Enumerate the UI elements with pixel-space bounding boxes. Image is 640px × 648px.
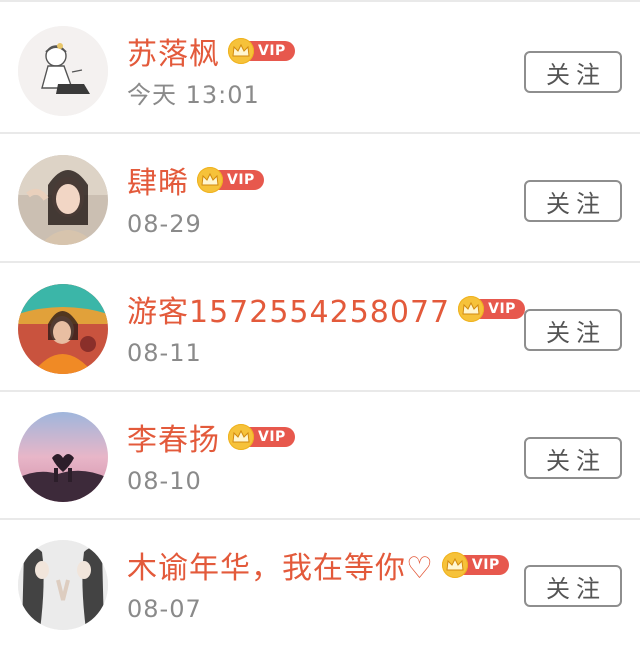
timestamp: 今天 13:01 <box>127 81 260 109</box>
name-line: 游客1572554258077 VIP <box>127 291 525 335</box>
avatar[interactable] <box>18 155 108 245</box>
vip-badge: VIP <box>458 296 525 322</box>
avatar[interactable] <box>18 540 108 630</box>
crown-icon <box>458 296 485 322</box>
list-item[interactable]: 李春扬 VIP 08-10 关注 <box>0 392 640 520</box>
follow-button[interactable]: 关注 <box>524 565 622 607</box>
name-line: 肆晞 VIP <box>127 162 264 206</box>
name-line: 李春扬 VIP <box>127 419 295 463</box>
crown-icon <box>228 38 254 64</box>
user-name[interactable]: 苏落枫 <box>127 35 220 75</box>
follow-button[interactable]: 关注 <box>524 309 622 351</box>
name-line: 木谕年华，我在等你♡ VIP <box>127 547 509 591</box>
list-item[interactable]: 苏落枫 VIP 今天 13:01 关注 <box>0 6 640 134</box>
avatar[interactable] <box>18 412 108 502</box>
user-name[interactable]: 木谕年华，我在等你♡ <box>127 549 434 589</box>
list-item[interactable]: 木谕年华，我在等你♡ VIP 08-07 关注 <box>0 520 640 648</box>
vip-badge: VIP <box>197 167 264 193</box>
name-line: 苏落枫 VIP <box>127 33 295 77</box>
timestamp: 08-11 <box>127 339 202 367</box>
user-name[interactable]: 李春扬 <box>127 421 220 461</box>
timestamp: 08-10 <box>127 467 202 495</box>
follower-list: 苏落枫 VIP 今天 13:01 关注 肆晞 VIP 08-29 关注 游客15… <box>0 0 640 642</box>
timestamp: 08-07 <box>127 595 202 623</box>
vip-badge: VIP <box>228 38 295 64</box>
vip-badge: VIP <box>228 424 295 450</box>
timestamp: 08-29 <box>127 210 202 238</box>
crown-icon <box>441 552 468 578</box>
follow-button[interactable]: 关注 <box>524 51 622 93</box>
crown-icon <box>228 424 254 450</box>
list-item[interactable]: 肆晞 VIP 08-29 关注 <box>0 135 640 263</box>
avatar[interactable] <box>18 26 108 116</box>
avatar[interactable] <box>18 284 108 374</box>
user-name[interactable]: 游客1572554258077 <box>127 293 450 333</box>
follow-button[interactable]: 关注 <box>524 180 622 222</box>
vip-badge: VIP <box>441 552 509 578</box>
user-name[interactable]: 肆晞 <box>127 164 189 204</box>
list-item[interactable]: 游客1572554258077 VIP 08-11 关注 <box>0 264 640 392</box>
follow-button[interactable]: 关注 <box>524 437 622 479</box>
crown-icon <box>197 167 223 193</box>
